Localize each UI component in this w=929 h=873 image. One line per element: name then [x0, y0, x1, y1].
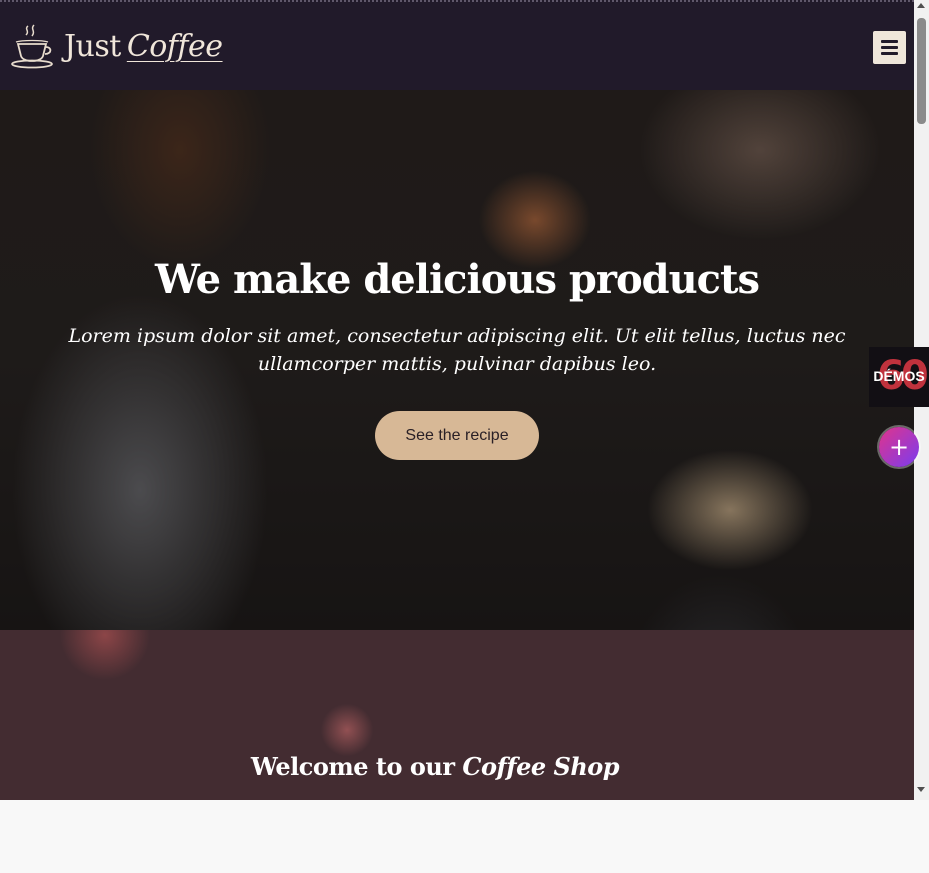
welcome-title-plain: Welcome to our: [250, 752, 455, 781]
welcome-title: Welcome to our Coffee Shop: [0, 752, 870, 781]
coffee-cup-icon: [11, 24, 53, 69]
logo-word-just: Just: [64, 28, 121, 64]
hero-section: We make delicious products Lorem ipsum d…: [0, 90, 914, 630]
hamburger-menu-icon-bar-1: [881, 40, 898, 43]
logo-word-coffee: Coffee: [126, 28, 223, 64]
hero-title: We make delicious products: [154, 256, 760, 303]
scroll-down-arrow-icon[interactable]: [917, 787, 925, 792]
site-header: Just Coffee: [0, 2, 914, 90]
hamburger-menu-button[interactable]: [873, 31, 906, 64]
page-viewport: Just Coffee We make delicious products Lo…: [0, 0, 914, 800]
hamburger-menu-icon-bar-2: [881, 46, 898, 49]
hamburger-menu-icon-bar-3: [881, 52, 898, 55]
welcome-section: Welcome to our Coffee Shop: [0, 630, 914, 800]
scrollbar-thumb[interactable]: [917, 18, 926, 124]
hero-subtitle: Lorem ipsum dolor sit amet, consectetur …: [68, 325, 846, 375]
logo-wordmark: Just Coffee: [64, 29, 223, 64]
see-recipe-button[interactable]: See the recipe: [375, 411, 539, 460]
hero-content: We make delicious products Lorem ipsum d…: [0, 90, 914, 630]
scroll-up-arrow-icon[interactable]: [917, 3, 925, 8]
welcome-title-script: Coffee Shop: [462, 752, 620, 781]
site-logo[interactable]: Just Coffee: [8, 22, 223, 70]
